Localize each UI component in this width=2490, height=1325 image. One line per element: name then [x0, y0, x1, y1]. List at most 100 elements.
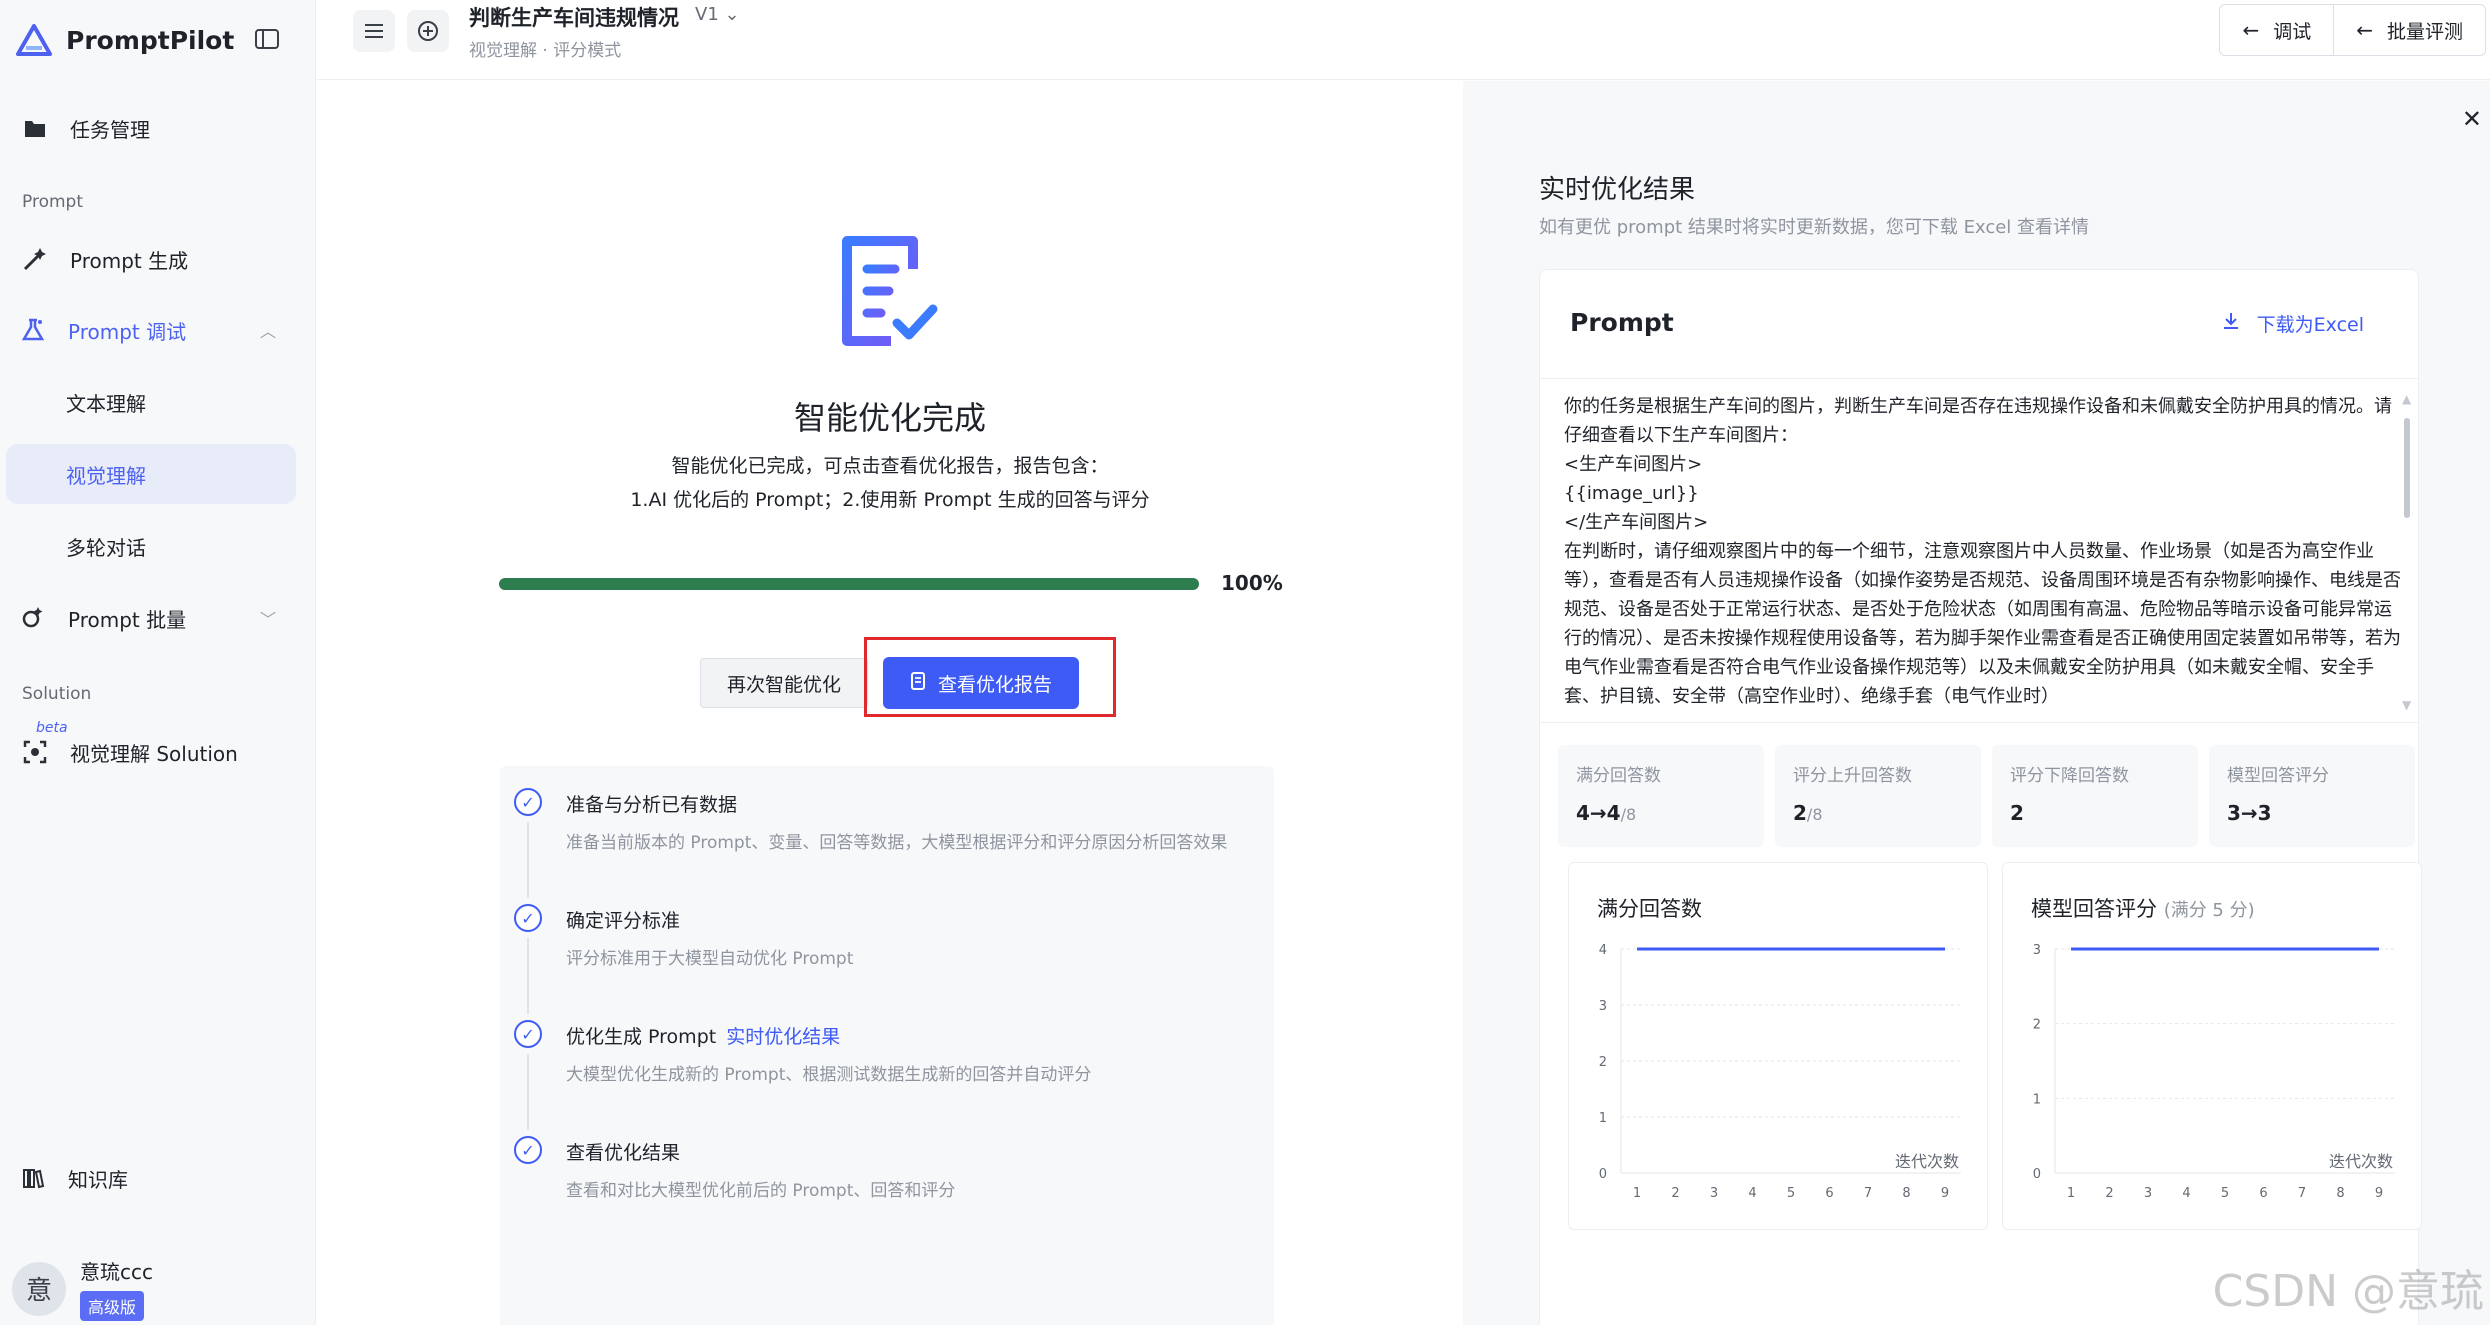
document-check-icon — [833, 233, 943, 353]
stat-value-text: 4→4 — [1576, 801, 1621, 825]
sidebar-item-prompt-gen[interactable]: Prompt 生成 — [6, 229, 296, 289]
x-tick-label: 6 — [2259, 1186, 2267, 1201]
steps-panel: ✓ 准备与分析已有数据 准备当前版本的 Prompt、变量、回答等数据，大模型根… — [500, 766, 1274, 1325]
retry-optimize-button[interactable]: 再次智能优化 — [700, 658, 868, 708]
step-title: 查看优化结果 — [566, 1138, 680, 1165]
add-icon[interactable] — [407, 10, 449, 52]
version-select[interactable]: V1 ⌄ — [695, 4, 740, 25]
stat-label: 评分下降回答数 — [2010, 766, 2129, 786]
sidebar-item-label: 视觉理解 — [66, 463, 146, 488]
step-title-text: 优化生成 Prompt — [566, 1026, 717, 1048]
stat-value: 4→4/8 — [1576, 801, 1636, 825]
x-tick-label: 4 — [2182, 1186, 2190, 1201]
chevron-down-icon: ﹀ — [259, 610, 276, 629]
divider — [1540, 722, 2418, 723]
stat-label: 模型回答评分 — [2227, 766, 2329, 786]
flask-icon — [18, 315, 48, 345]
progress-fill — [499, 578, 1199, 590]
step-desc: 大模型优化生成新的 Prompt、根据测试数据生成新的回答并自动评分 — [566, 1065, 1092, 1085]
step-desc: 查看和对比大模型优化前后的 Prompt、回答和评分 — [566, 1181, 956, 1201]
x-tick-label: 7 — [2298, 1186, 2306, 1201]
stat-suffix: /8 — [1620, 805, 1637, 824]
sidebar-item-label: 视觉理解 Solution — [70, 741, 238, 766]
step-title-text: 准备与分析已有数据 — [566, 794, 738, 816]
stat-card: 评分上升回答数 2/8 — [1775, 745, 1981, 847]
sidebar-item-prompt-debug[interactable]: Prompt 调试 ︿ — [6, 300, 296, 360]
x-tick-label: 1 — [2067, 1186, 2075, 1201]
sidebar-item-label: 任务管理 — [70, 117, 150, 142]
download-icon — [2221, 311, 2241, 336]
step-connector — [527, 1054, 529, 1130]
user-profile[interactable]: 意 意琉ccc 高级版 — [12, 1256, 153, 1321]
app-logo[interactable]: PromptPilot — [14, 20, 234, 60]
section-label-prompt: Prompt — [22, 192, 83, 212]
user-tier-badge: 高级版 — [80, 1291, 145, 1321]
arrow-left-icon: ← — [2242, 18, 2260, 42]
sidebar-item-knowledge[interactable]: 知识库 — [6, 1148, 296, 1208]
stat-value: 2/8 — [1793, 801, 1823, 825]
sidebar-item-label: 文本理解 — [66, 391, 146, 416]
x-tick-label: 8 — [1902, 1186, 1910, 1201]
view-report-label: 查看优化报告 — [937, 673, 1052, 696]
step-connector — [527, 822, 529, 898]
sidebar-item-multi-turn[interactable]: 多轮对话 — [6, 516, 296, 576]
line-chart: 0 1 2 3 4 1 2 3 4 5 6 7 8 9 迭代次数 — [1599, 943, 1961, 1201]
realtime-result-link[interactable]: 实时优化结果 — [726, 1026, 840, 1048]
sidebar-item-visual-solution[interactable]: 视觉理解 Solution — [6, 722, 296, 782]
view-report-button[interactable]: 查看优化报告 — [883, 657, 1079, 709]
scroll-down-icon[interactable]: ▼ — [2402, 698, 2411, 712]
prompt-text: 你的任务是根据生产车间的图片，判断生产车间是否存在违规操作设备和未佩戴安全防护用… — [1564, 396, 2401, 707]
scrollbar-thumb[interactable] — [2404, 418, 2410, 518]
chevron-up-icon: ︿ — [259, 322, 276, 341]
download-excel-button[interactable]: 下载为Excel — [2221, 310, 2364, 337]
check-circle-icon: ✓ — [514, 1020, 542, 1048]
sidebar-item-prompt-batch[interactable]: Prompt 批量 ﹀ — [6, 588, 296, 648]
books-icon — [18, 1163, 48, 1193]
completion-title: 智能优化完成 — [793, 399, 986, 437]
y-tick-label: 0 — [2033, 1167, 2041, 1182]
stat-suffix: /8 — [1806, 805, 1823, 824]
sidebar-collapse-icon[interactable] — [252, 24, 282, 54]
stat-value-text: 2 — [2010, 801, 2024, 825]
sidebar-item-task-mgmt[interactable]: 任务管理 — [6, 98, 296, 158]
divider — [1540, 378, 2418, 379]
menu-icon[interactable] — [353, 10, 395, 52]
y-tick-label: 1 — [2033, 1092, 2041, 1107]
version-label: V1 — [695, 4, 719, 25]
debug-button-label: 调试 — [2273, 20, 2312, 43]
progress-bar — [499, 578, 1199, 590]
completion-desc: 1.AI 优化后的 Prompt；2.使用新 Prompt 生成的回答与评分 — [630, 489, 1150, 511]
y-tick-label: 1 — [1599, 1111, 1607, 1126]
section-label-solution: Solution — [22, 684, 92, 704]
completion-desc: 智能优化已完成，可点击查看优化报告，报告包含： — [671, 455, 1109, 477]
stat-label: 评分上升回答数 — [1793, 766, 1912, 786]
prompt-scrollbar[interactable]: ▲ ▼ — [2402, 388, 2412, 716]
user-name: 意琉ccc — [80, 1260, 153, 1284]
x-tick-label: 5 — [2221, 1186, 2229, 1201]
y-tick-label: 3 — [2033, 943, 2041, 958]
stat-value: 3→3 — [2227, 801, 2272, 825]
sidebar-item-text-understanding[interactable]: 文本理解 — [6, 372, 296, 432]
y-tick-label: 0 — [1599, 1167, 1607, 1182]
sidebar: PromptPilot 任务管理 Prompt Prompt 生成 Prompt… — [0, 0, 316, 1325]
chevron-down-icon: ⌄ — [724, 4, 740, 25]
y-tick-label: 2 — [1599, 1055, 1607, 1070]
stat-card: 评分下降回答数 2 — [1992, 745, 2198, 847]
x-tick-label: 8 — [2336, 1186, 2344, 1201]
line-chart: 0 1 2 3 1 2 3 4 5 6 7 8 9 迭代次数 — [2033, 943, 2395, 1201]
arrow-left-icon: ← — [2356, 18, 2373, 42]
sidebar-item-label: Prompt 生成 — [70, 248, 189, 273]
batch-eval-button[interactable]: ← 批量评测 — [2333, 5, 2485, 55]
close-icon[interactable]: ✕ — [2462, 105, 2482, 133]
check-circle-icon: ✓ — [514, 1136, 542, 1164]
card-title: Prompt — [1570, 308, 1674, 337]
y-tick-label: 3 — [1599, 999, 1607, 1014]
scroll-up-icon[interactable]: ▲ — [2402, 392, 2411, 406]
stat-card: 满分回答数 4→4/8 — [1558, 745, 1764, 847]
check-circle-icon: ✓ — [514, 904, 542, 932]
breadcrumb-item: 视觉理解 — [469, 41, 537, 61]
sidebar-item-visual-understanding[interactable]: 视觉理解 — [6, 444, 296, 504]
x-axis-label: 迭代次数 — [1895, 1152, 1959, 1171]
batch-eval-button-label: 批量评测 — [2386, 20, 2463, 43]
debug-button[interactable]: ← 调试 — [2220, 5, 2333, 55]
